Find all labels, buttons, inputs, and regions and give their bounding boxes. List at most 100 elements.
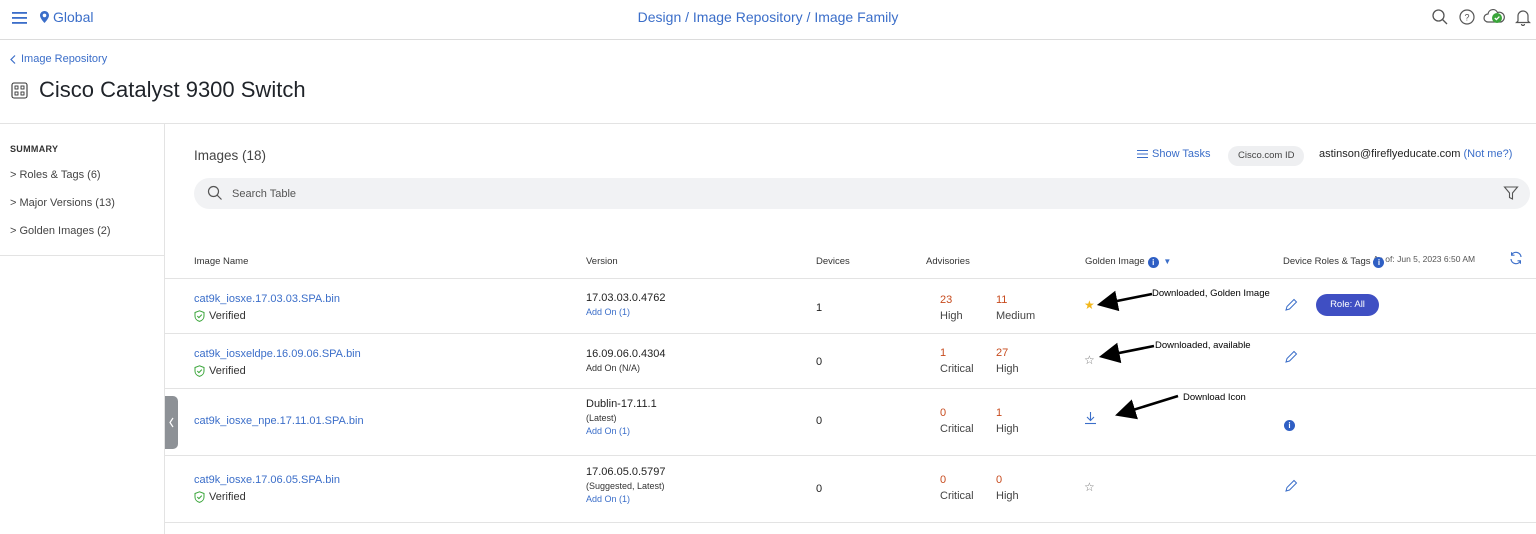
addon-link[interactable]: Add On (1) [586,307,666,317]
search-input[interactable] [232,178,1432,209]
advisory-label: Medium [996,310,1036,322]
summary-item-golden-images[interactable]: > Golden Images (2) [10,225,111,237]
addon-link[interactable]: Add On (1) [586,426,657,436]
sort-down-icon[interactable]: ▼ [1163,257,1171,266]
advisory-critical[interactable]: 0 Critical [940,474,974,502]
table-row: cat9k_iosxe.17.06.05.SPA.bin Verified [194,474,340,503]
info-icon[interactable]: i [1284,414,1295,431]
table-row: cat9k_iosxe.17.03.03.SPA.bin Verified [194,293,340,322]
image-name-link[interactable]: cat9k_iosxe_npe.17.11.01.SPA.bin [194,415,364,427]
version-cell: 17.03.03.0.4762 Add On (1) [586,292,666,317]
summary-item-roles-tags[interactable]: > Roles & Tags (6) [10,169,101,181]
advisory-critical[interactable]: 1 Critical [940,347,974,375]
cloud-status-icon[interactable] [1483,8,1505,26]
global-search-icon[interactable] [1431,8,1449,26]
col-header-device-roles-tags[interactable]: Device Roles & Tags i [1283,256,1385,268]
breadcrumb-image-repository[interactable]: Image Repository [693,9,803,25]
version-cell: 17.06.05.0.5797 (Suggested, Latest) Add … [586,466,666,504]
show-tasks-label: Show Tasks [1152,148,1211,160]
advisory-critical[interactable]: 0 Critical [940,407,974,435]
col-header-image-name[interactable]: Image Name [194,256,248,267]
bell-icon[interactable] [1514,8,1532,26]
advisory-label: High [996,490,1019,502]
verified-label: Verified [209,310,246,322]
row-divider [165,455,1536,456]
summary-divider [0,255,165,256]
advisory-count: 27 [996,347,1009,359]
help-icon[interactable]: ? [1458,8,1476,26]
advisory-count: 11 [996,294,1008,306]
cisco-id-badge: Cisco.com ID [1228,146,1305,166]
version-cell: Dublin-17.11.1 (Latest) Add On (1) [586,398,657,436]
devices-count: 0 [816,356,823,368]
info-icon[interactable]: i [1147,257,1159,268]
page-title: Cisco Catalyst 9300 Switch [39,77,306,102]
row-divider [165,388,1536,389]
table-row: cat9k_iosxe_npe.17.11.01.SPA.bin [194,415,364,427]
star-outline-icon[interactable]: ☆ [1084,480,1095,494]
version-tag: (Suggested, Latest) [586,481,665,491]
advisory-count: 0 [996,474,1003,486]
col-header-devices[interactable]: Devices [816,256,850,267]
collapse-panel-handle[interactable] [165,396,178,449]
pencil-icon[interactable] [1284,479,1298,493]
site-selector[interactable]: Global [40,9,93,25]
devices-count-link[interactable]: 1 [816,302,822,314]
shield-check-icon [194,310,205,322]
advisory-count: 1 [996,407,1003,419]
advisory-label: High [940,310,963,322]
image-name-link[interactable]: cat9k_iosxe.17.03.03.SPA.bin [194,293,340,305]
advisory-count: 1 [940,347,947,359]
advisory-count: 0 [940,407,947,419]
advisory-label: Critical [940,363,974,375]
summary-item-major-versions[interactable]: > Major Versions (13) [10,197,115,209]
image-name-link[interactable]: cat9k_iosxe.17.06.05.SPA.bin [194,474,340,486]
advisory-high[interactable]: 27 High [996,347,1019,375]
advisory-label: High [996,423,1019,435]
verified-label: Verified [209,491,246,503]
not-me-link[interactable]: (Not me?) [1463,148,1512,160]
info-icon[interactable]: i [1373,257,1385,268]
col-header-version[interactable]: Version [586,256,618,267]
list-icon [1137,149,1148,159]
filter-icon[interactable] [1503,185,1519,201]
verified-status: Verified [194,491,340,503]
show-tasks-button[interactable]: Show Tasks [1137,148,1211,160]
breadcrumb-image-family[interactable]: Image Family [814,9,898,25]
pencil-icon[interactable] [1284,298,1298,312]
role-all-button[interactable]: Role: All [1316,294,1379,316]
back-link[interactable]: Image Repository [10,53,107,65]
addon-link[interactable]: Add On (1) [586,494,666,504]
image-name-link[interactable]: cat9k_iosxeldpe.16.09.06.SPA.bin [194,348,361,360]
advisory-label: Critical [940,490,974,502]
annotation-label: Downloaded, available [1155,340,1251,351]
addon-status: Add On (N/A) [586,363,641,373]
site-label: Global [53,9,94,25]
row-divider [165,333,1536,334]
advisory-medium[interactable]: 11 Medium [996,294,1035,322]
summary-item-label: Golden Images (2) [19,225,111,237]
header-divider [0,123,1536,124]
col-header-advisories[interactable]: Advisories [926,256,970,267]
devices-count: 0 [816,415,823,427]
annotation-arrows [1096,290,1179,420]
summary-item-label: Roles & Tags (6) [19,169,101,181]
col-header-golden-image[interactable]: Golden Image i ▼ [1085,256,1171,268]
refresh-icon[interactable] [1509,251,1523,265]
pencil-icon[interactable] [1284,350,1298,364]
hamburger-menu-icon[interactable] [12,11,28,25]
location-pin-icon [40,11,49,23]
table-row: cat9k_iosxeldpe.16.09.06.SPA.bin Verifie… [194,348,361,377]
advisory-high[interactable]: 0 1 High [996,407,1019,435]
annotation-arrow [1115,394,1179,420]
svg-text:?: ? [1464,13,1469,23]
version-cell: 16.09.06.0.4304 Add On (N/A) [586,348,666,373]
shield-check-icon [194,365,205,377]
image-family-icon [11,82,28,99]
advisory-high[interactable]: 23 High [940,294,963,322]
advisory-high[interactable]: 0 High [996,474,1019,502]
last-updated: As of: Jun 5, 2023 6:50 AM [1373,254,1476,264]
breadcrumb-design[interactable]: Design [638,9,682,25]
images-count-title: Images (18) [194,148,267,163]
version-value: 17.06.05.0.5797 [586,466,666,478]
